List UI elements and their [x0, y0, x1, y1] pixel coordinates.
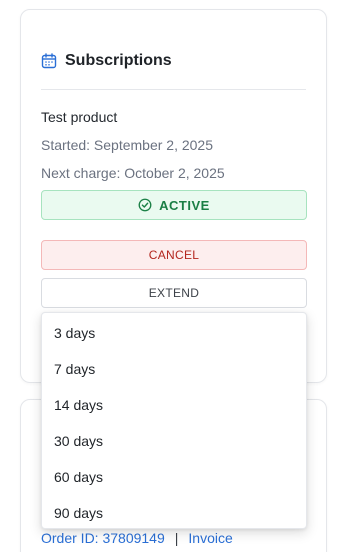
dropdown-option-90-days[interactable]: 90 days [42, 495, 306, 531]
dropdown-option-60-days[interactable]: 60 days [42, 459, 306, 495]
card-header: Subscriptions [41, 50, 306, 90]
status-badge: ACTIVE [41, 190, 307, 220]
dropdown-option-3-days[interactable]: 3 days [42, 315, 306, 351]
dropdown-option-14-days[interactable]: 14 days [42, 387, 306, 423]
next-charge-date: Next charge: October 2, 2025 [41, 165, 225, 181]
dropdown-option-7-days[interactable]: 7 days [42, 351, 306, 387]
separator: | [174, 530, 179, 546]
order-info: Order ID: 37809149 | Invoice [41, 530, 233, 546]
invoice-link[interactable]: Invoice [188, 530, 232, 546]
status-label: ACTIVE [159, 197, 210, 213]
cancel-button[interactable]: CANCEL [41, 240, 307, 270]
check-circle-icon [138, 198, 152, 212]
calendar-icon [41, 53, 57, 69]
order-id-link[interactable]: Order ID: 37809149 [41, 530, 165, 546]
extend-button[interactable]: EXTEND [41, 278, 307, 308]
started-date: Started: September 2, 2025 [41, 137, 213, 153]
page: Subscriptions Test product Started: Sept… [0, 0, 339, 552]
dropdown-option-30-days[interactable]: 30 days [42, 423, 306, 459]
card-title: Subscriptions [65, 52, 172, 69]
extend-dropdown-menu: 3 days 7 days 14 days 30 days 60 days 90… [41, 312, 307, 529]
product-name: Test product [41, 109, 118, 125]
